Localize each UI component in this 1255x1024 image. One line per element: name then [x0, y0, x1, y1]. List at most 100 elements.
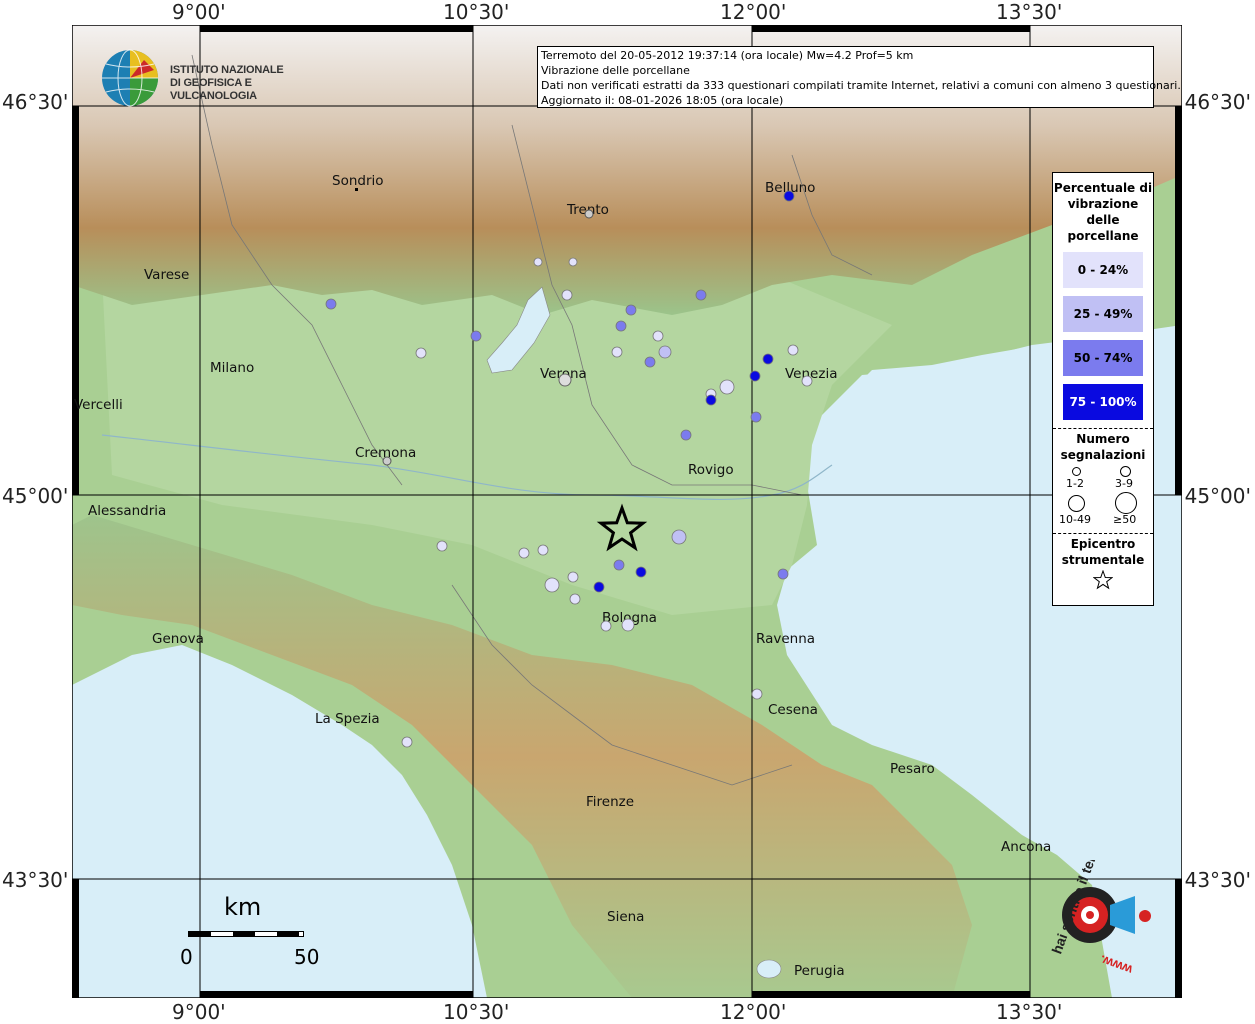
size-circle-50 — [1115, 492, 1137, 514]
event-info-box: Terremoto del 20-05-2012 19:37:14 (ora l… — [537, 46, 1181, 108]
city-label: Varese — [144, 267, 189, 283]
city-label: Ravenna — [756, 631, 815, 647]
observation-marker[interactable] — [600, 620, 612, 632]
observation-marker[interactable] — [415, 347, 427, 359]
observation-marker[interactable] — [401, 736, 413, 748]
right-tick-46-30: 46°30' — [1184, 90, 1251, 114]
lake-trasimeno — [756, 959, 782, 979]
logo-text: ISTITUTO NAZIONALE DI GEOFISICA E VULCAN… — [170, 64, 320, 103]
city-ancona: Ancona — [1001, 839, 1051, 855]
logo-line-2: DI GEOFISICA E VULCANOLOGIA — [170, 77, 257, 102]
legend-count-title: Numero segnalazioni — [1060, 432, 1146, 462]
legend-class-0-24: 0 - 24% — [1063, 252, 1143, 288]
updated-line: Aggiornato il: 08-01-2026 18:05 (ora loc… — [541, 94, 784, 107]
city-marker — [558, 373, 572, 387]
city-label: Siena — [607, 909, 644, 925]
scale-bar: km 0 50 — [180, 893, 320, 973]
size-circle-10-49 — [1068, 495, 1085, 512]
observation-marker[interactable] — [569, 593, 581, 605]
right-tick-45-00: 45°00' — [1184, 484, 1251, 508]
scale-max-label: 50 — [294, 945, 320, 969]
scale-bar-graphic — [188, 931, 304, 937]
left-tick-45-00: 45°00' — [2, 484, 69, 508]
right-tick-43-30: 43°30' — [1184, 868, 1251, 892]
observation-marker[interactable] — [537, 544, 549, 556]
city-marker — [355, 188, 358, 191]
map-canvas[interactable]: Sondrio Trento Belluno Varese Milano Ver… — [72, 25, 1182, 998]
city-alessandria: Alessandria — [88, 503, 166, 519]
observation-marker[interactable] — [567, 571, 579, 583]
observation-marker[interactable] — [611, 346, 623, 358]
observation-marker[interactable] — [777, 568, 789, 580]
observation-marker[interactable] — [561, 289, 573, 301]
city-label: Pesaro — [890, 761, 935, 777]
observation-marker[interactable] — [644, 356, 656, 368]
observation-marker[interactable] — [470, 330, 482, 342]
ingv-logo: ISTITUTO NAZIONALE DI GEOFISICA E VULCAN… — [100, 48, 320, 108]
observation-marker[interactable] — [635, 566, 647, 578]
city-label: Milano — [210, 360, 254, 376]
map-frame[interactable]: Sondrio Trento Belluno Varese Milano Ver… — [72, 25, 1182, 998]
legend: Percentuale di vibrazione delle porcella… — [1052, 172, 1154, 606]
observation-marker[interactable] — [750, 411, 762, 423]
observation-marker[interactable] — [436, 540, 448, 552]
city-label: Firenze — [586, 794, 634, 810]
globe-icon — [102, 49, 158, 107]
legend-title: Percentuale di vibrazione delle porcella… — [1053, 181, 1153, 243]
city-label: Alessandria — [88, 503, 166, 519]
observation-marker[interactable] — [621, 618, 635, 632]
size-label-1-2: 1-2 — [1066, 477, 1084, 490]
observation-marker[interactable] — [518, 547, 530, 559]
observation-marker[interactable] — [801, 375, 813, 387]
size-label-50: ≥50 — [1113, 513, 1137, 526]
bottom-tick-9-00: 9°00' — [172, 1000, 226, 1024]
logo-line-1: ISTITUTO NAZIONALE — [170, 64, 284, 76]
observation-marker[interactable] — [783, 190, 795, 202]
observation-marker[interactable] — [568, 257, 578, 267]
city-label: Rovigo — [688, 462, 734, 478]
observation-marker[interactable] — [680, 429, 692, 441]
observation-marker[interactable] — [533, 257, 543, 267]
legend-separator — [1053, 533, 1153, 534]
bottom-tick-10-30: 10°30' — [443, 1000, 510, 1024]
top-tick-13-30: 13°30' — [996, 0, 1063, 24]
observation-marker[interactable] — [762, 353, 774, 365]
observation-marker[interactable] — [652, 330, 664, 342]
left-tick-46-30: 46°30' — [2, 90, 69, 114]
observation-marker[interactable] — [625, 304, 637, 316]
city-label: Ancona — [1001, 839, 1051, 855]
observation-marker[interactable] — [695, 289, 707, 301]
data-note-line: Dati non verificati estratti da 333 ques… — [541, 79, 1181, 92]
haisentito-logo[interactable]: hai sentito il terremoto.it www. — [1035, 797, 1165, 980]
observation-marker[interactable] — [615, 320, 627, 332]
observation-marker[interactable] — [671, 529, 687, 545]
legend-class-75-100: 75 - 100% — [1063, 384, 1143, 420]
observation-marker[interactable] — [751, 688, 763, 700]
city-perugia: Perugia — [794, 963, 845, 979]
city-label: Sondrio — [332, 173, 384, 189]
observation-marker[interactable] — [705, 394, 717, 406]
city-siena: Siena — [607, 909, 644, 925]
size-label-3-9: 3-9 — [1115, 477, 1133, 490]
observation-marker[interactable] — [544, 577, 560, 593]
city-label: La Spezia — [315, 711, 380, 727]
city-cesena: Cesena — [768, 702, 818, 718]
observation-marker[interactable] — [787, 344, 799, 356]
legend-epicenter-title: Epicentro strumentale — [1061, 537, 1145, 567]
city-ravenna: Ravenna — [756, 631, 815, 647]
legend-star-icon — [1092, 569, 1114, 590]
observation-marker[interactable] — [719, 379, 735, 395]
city-label: Vercelli — [74, 397, 123, 413]
top-tick-12-00: 12°00' — [720, 0, 787, 24]
legend-size-key: 1-2 3-9 10-49 ≥50 — [1053, 463, 1153, 533]
observation-marker[interactable] — [613, 559, 625, 571]
observation-marker[interactable] — [325, 298, 337, 310]
bottom-tick-13-30: 13°30' — [996, 1000, 1063, 1024]
city-trento: Trento — [566, 202, 609, 219]
observation-marker[interactable] — [658, 345, 672, 359]
parameter-line: Vibrazione delle porcellane — [541, 64, 690, 77]
city-label: Cesena — [768, 702, 818, 718]
observation-marker[interactable] — [593, 581, 605, 593]
observation-marker[interactable] — [749, 370, 761, 382]
city-varese: Varese — [144, 267, 189, 283]
